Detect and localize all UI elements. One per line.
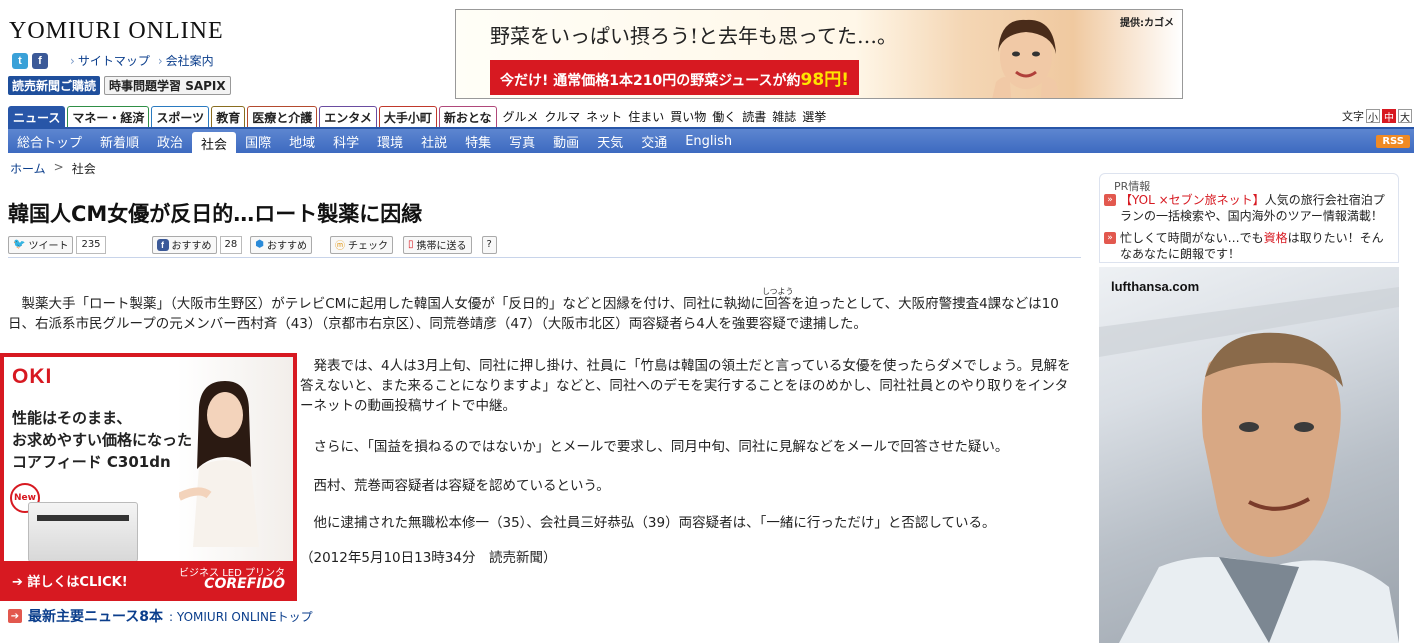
article-paragraph: 西村、荒巻両容疑者は容疑を認めているという。 bbox=[300, 478, 610, 494]
facebook-count: 28 bbox=[219, 235, 243, 254]
category-link[interactable]: ネット bbox=[586, 108, 622, 125]
subnav-item[interactable]: 天気 bbox=[588, 128, 632, 154]
subnav-item[interactable]: 国際 bbox=[236, 128, 280, 154]
sapix-button[interactable]: 時事問題学習 SAPIX bbox=[104, 76, 231, 95]
breadcrumb: ホーム > 社会 bbox=[10, 160, 96, 177]
oki-click-label: ➔ 詳しくはCLICK! bbox=[12, 575, 128, 590]
site-logo[interactable]: YOMIURI ONLINE bbox=[9, 18, 224, 45]
article-title: 韓国人CM女優が反日的…ロート製薬に因縁 bbox=[8, 202, 423, 226]
article-paragraph: さらに、「国益を損ねるのではないか」とメールで要求し、同月中旬、同社に見解などを… bbox=[300, 439, 1009, 455]
category-link[interactable]: 読書 bbox=[742, 108, 766, 125]
subnav-item[interactable]: 環境 bbox=[368, 128, 412, 154]
category-link[interactable]: 住まい bbox=[628, 108, 664, 125]
category-link[interactable]: 雑誌 bbox=[772, 108, 796, 125]
category-link[interactable]: 選挙 bbox=[802, 108, 826, 125]
sub-nav: 総合トップ 新着順 政治 社会 国際 地域 科学 環境 社説 特集 写真 動画 天気 交通 English R… bbox=[8, 127, 1414, 154]
article-paragraph: 発表では、4人は3月上旬、同社に押し掛け、社員に「竹島は韓国の領土だと言っている… bbox=[300, 358, 1071, 414]
twitter-icon[interactable]: t bbox=[12, 52, 28, 69]
breadcrumb-separator: > bbox=[53, 160, 64, 174]
share-bar: 🐦 ツイート 235 f おすすめ 28 ⬢ おすすめ ⓜ チェック ▯ 携帯に送る ? bbox=[8, 232, 1081, 258]
pr-item[interactable]: 忙しくて時間がない…でも資格は取りたい！そんなあなたに朗報です！ bbox=[1104, 230, 1394, 262]
subnav-item[interactable]: 特集 bbox=[456, 128, 500, 154]
more-news-title[interactable]: 最新主要ニュース8本 bbox=[28, 606, 163, 626]
printer-icon bbox=[28, 502, 138, 562]
banner-headline: 野菜をいっぱい摂ろう!と去年も思ってた…。 bbox=[490, 24, 898, 48]
oki-cta[interactable]: ➔ 詳しくはCLICK! ビジネス LED プリンタ COREFIDO bbox=[4, 561, 293, 597]
pr-box: PR情報 【YOL ×セブン旅ネット】人気の旅行会社宿泊プランの一括検索や、国内… bbox=[1099, 173, 1399, 263]
subnav-item[interactable]: 写真 bbox=[500, 128, 544, 154]
article-dateline: （2012年5月10日13時34分 読売新聞） bbox=[300, 550, 557, 566]
subnav-item[interactable]: 科学 bbox=[324, 128, 368, 154]
social-links: t f サイトマップ 会社案内 bbox=[12, 52, 214, 69]
subnav-item[interactable]: 政治 bbox=[148, 128, 192, 154]
category-link[interactable]: 働く bbox=[712, 108, 736, 125]
subnav-item[interactable]: 動画 bbox=[544, 128, 588, 154]
check-button[interactable]: ⓜ チェック bbox=[330, 235, 394, 254]
sitemap-link[interactable]: サイトマップ bbox=[70, 52, 150, 69]
category-tab[interactable]: 教育 bbox=[211, 106, 246, 127]
breadcrumb-home[interactable]: ホーム bbox=[10, 160, 46, 177]
woman-photo-icon bbox=[179, 381, 259, 547]
kagome-banner-ad[interactable]: 野菜をいっぱい摂ろう!と去年も思ってた…。 今だけ! 通常価格1本210円の野菜… bbox=[455, 9, 1183, 99]
oki-product-name: COREFIDO bbox=[204, 576, 285, 592]
pr-item[interactable]: 【YOL ×セブン旅ネット】人気の旅行会社宿泊プランの一括検索や、国内海外のツア… bbox=[1104, 192, 1394, 224]
category-link[interactable]: グルメ bbox=[503, 108, 539, 125]
category-tab[interactable]: エンタメ bbox=[319, 106, 377, 127]
banner-credit: 提供:カゴメ bbox=[1120, 18, 1174, 29]
subnav-item[interactable]: 交通 bbox=[632, 128, 676, 154]
breadcrumb-current: 社会 bbox=[71, 162, 96, 176]
mobile-phone-icon: ▯ bbox=[408, 239, 414, 250]
arrow-right-icon: ➔ bbox=[8, 609, 22, 623]
oki-logo: OKI bbox=[12, 365, 53, 388]
font-size-control: 文字 小 中 大 bbox=[1342, 108, 1412, 124]
article-paragraph: 他に逮捕された無職松本修一（35）、会社員三好恭弘（39）両容疑者は、「一緒に行… bbox=[300, 515, 996, 531]
company-link[interactable]: 会社案内 bbox=[158, 52, 214, 69]
category-tab[interactable]: ニュース bbox=[8, 106, 66, 127]
send-to-mobile-button[interactable]: ▯ 携帯に送る bbox=[403, 235, 472, 254]
subscribe-button[interactable]: 読売新聞ご購読 bbox=[8, 76, 101, 95]
font-size-label: 文字 bbox=[1342, 110, 1364, 123]
more-news[interactable]: ➔ 最新主要ニュース8本 : YOMIURI ONLINEトップ bbox=[8, 606, 313, 626]
category-nav: ニュース マネー・経済 スポーツ 教育 医療と介護 エンタメ 大手小町 新おとな グルメ クルマネ… bbox=[8, 106, 1414, 127]
subnav-item[interactable]: 地域 bbox=[280, 128, 324, 154]
category-tab[interactable]: 新おとな bbox=[438, 106, 497, 127]
font-large-button[interactable]: 大 bbox=[1398, 109, 1412, 124]
facebook-icon[interactable]: f bbox=[32, 52, 48, 69]
promo-buttons: 読売新聞ご購読 時事問題学習 SAPIX bbox=[8, 76, 231, 95]
twitter-bird-icon: 🐦 bbox=[13, 239, 26, 250]
lufthansa-ad[interactable]: lufthansa.com bbox=[1099, 267, 1399, 643]
subnav-item[interactable]: 総合トップ bbox=[8, 128, 91, 154]
more-news-source[interactable]: : YOMIURI ONLINEトップ bbox=[169, 608, 313, 625]
top-links: サイトマップ 会社案内 bbox=[70, 52, 214, 69]
tweet-button[interactable]: 🐦 ツイート bbox=[8, 235, 74, 254]
man-photo-icon bbox=[1099, 287, 1399, 643]
help-button[interactable]: ? bbox=[481, 235, 497, 254]
font-small-button[interactable]: 小 bbox=[1366, 109, 1380, 124]
subnav-item[interactable]: 社説 bbox=[412, 128, 456, 154]
plain-categories: グルメ クルマ ネット 住まい 買い物 働く 読書 雑誌 選挙 bbox=[503, 106, 827, 127]
mixi-recommend-button[interactable]: ⬢ おすすめ bbox=[250, 235, 313, 254]
subnav-item[interactable]: 新着順 bbox=[91, 128, 148, 154]
oki-copy: 性能はそのまま、 お求めやすい価格になった コアフィード C301dn bbox=[12, 409, 193, 471]
category-tab[interactable]: スポーツ bbox=[151, 106, 210, 127]
oki-printer-ad[interactable]: OKI 性能はそのまま、 お求めやすい価格になった コアフィード C301dn … bbox=[0, 353, 297, 601]
facebook-icon: f bbox=[156, 238, 169, 251]
banner-offer: 今だけ! 通常価格1本210円の野菜ジュースが約98円! bbox=[490, 60, 859, 95]
category-tab[interactable]: 医療と介護 bbox=[247, 106, 318, 127]
check-icon: ⓜ bbox=[335, 241, 346, 252]
facebook-recommend-button[interactable]: f おすすめ bbox=[151, 235, 217, 254]
article-paragraph: 製薬大手「ロート製薬」（大阪市生野区）がテレビCMに起用した韓国人女優が「反日的… bbox=[8, 296, 1059, 332]
font-medium-button[interactable]: 中 bbox=[1382, 109, 1396, 124]
category-tab[interactable]: 大手小町 bbox=[378, 106, 437, 127]
subnav-item[interactable]: English bbox=[676, 128, 741, 154]
hexagon-icon: ⬢ bbox=[255, 239, 265, 250]
rss-icon[interactable]: RSS bbox=[1376, 135, 1410, 148]
category-tab[interactable]: マネー・経済 bbox=[67, 106, 150, 127]
subnav-item[interactable]: 社会 bbox=[192, 132, 237, 154]
woman-photo-icon bbox=[992, 19, 1060, 98]
tweet-count: 235 bbox=[76, 235, 106, 254]
category-link[interactable]: クルマ bbox=[545, 108, 581, 125]
category-link[interactable]: 買い物 bbox=[670, 108, 706, 125]
